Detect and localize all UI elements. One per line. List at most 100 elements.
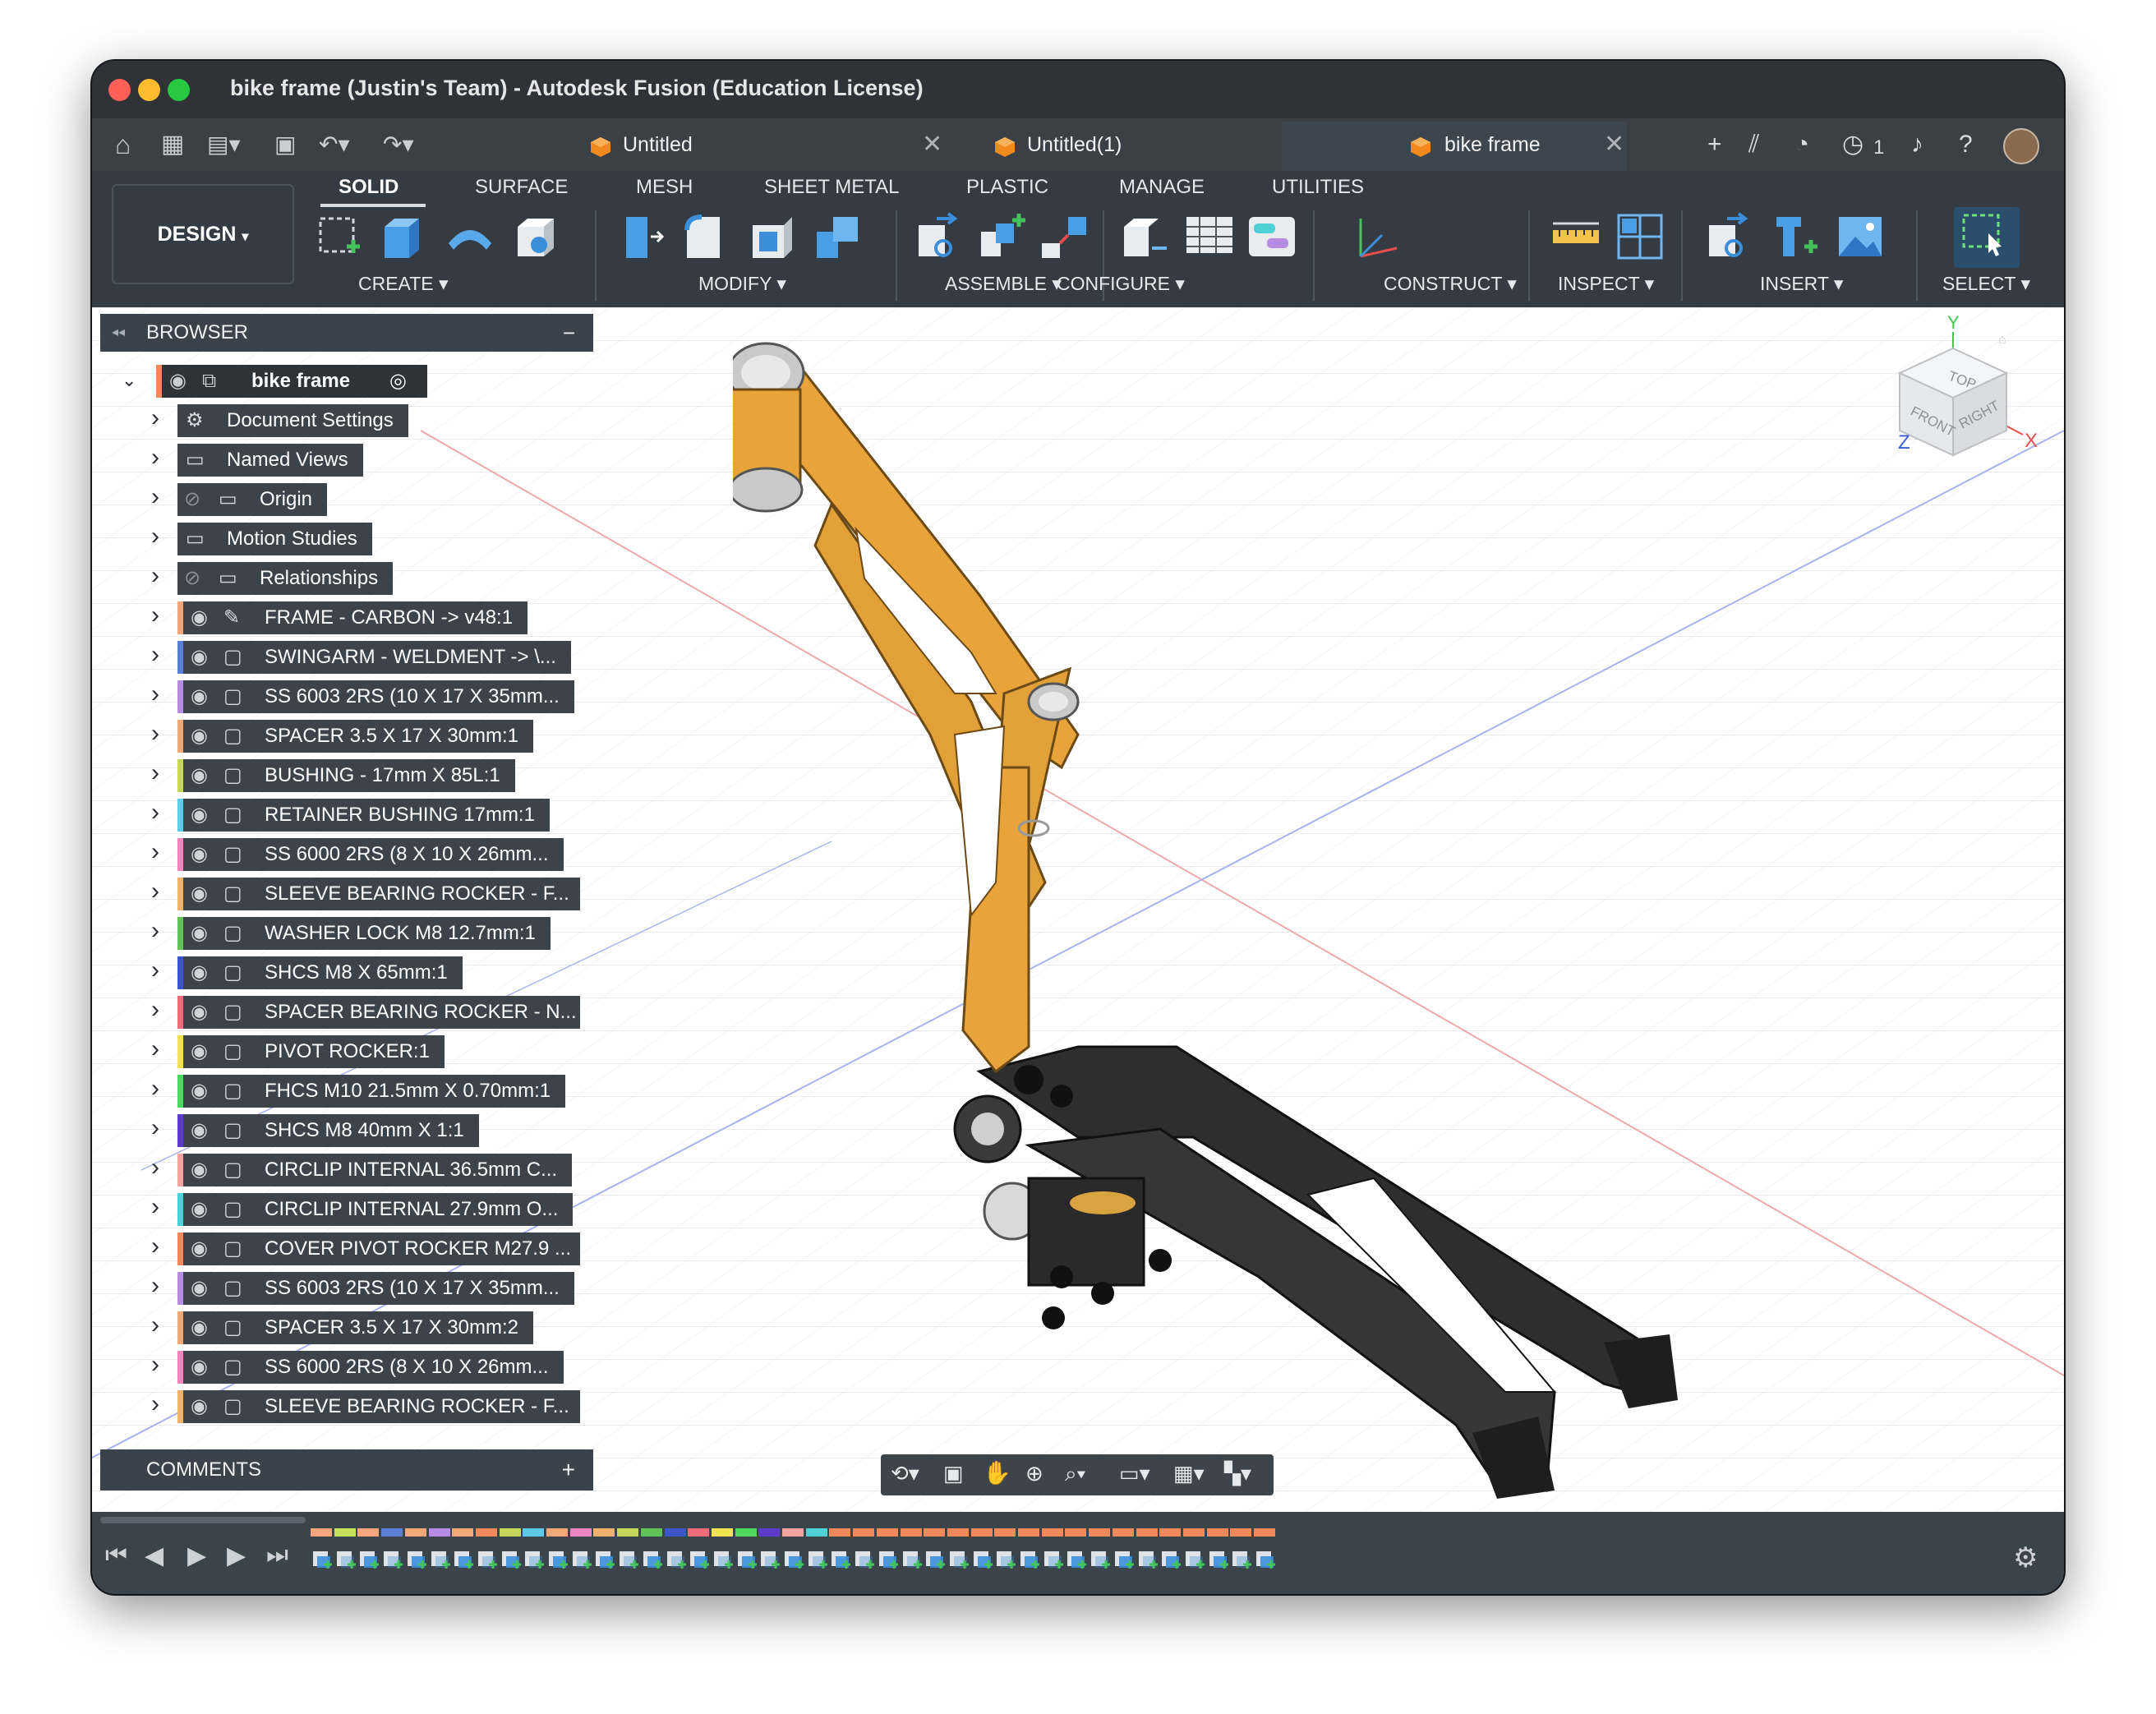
browser-item-pill[interactable]: ⊘ ▭ Relationships — [177, 562, 393, 595]
chevron-right-icon[interactable]: › — [151, 1075, 159, 1103]
browser-item[interactable]: › ◉ ▢ SS 6000 2RS (8 X 10 X 26mm... — [151, 838, 578, 871]
browser-item-pill[interactable]: ◉ ▢ PIVOT ROCKER:1 — [177, 1035, 445, 1068]
collapse-panel-icon[interactable]: ◂◂ — [112, 314, 125, 352]
browser-item-pill[interactable]: ◉ ▢ CIRCLIP INTERNAL 36.5mm C... — [177, 1154, 572, 1186]
browser-header[interactable]: ◂◂ BROWSER − — [100, 314, 593, 352]
chevron-right-icon[interactable]: › — [151, 562, 159, 590]
tab-sheet-metal[interactable]: SHEET METAL — [764, 176, 899, 199]
chevron-right-icon[interactable]: › — [151, 917, 159, 945]
timeline-feature-icon[interactable] — [947, 1546, 972, 1573]
browser-item-pill[interactable]: ⚙ Document Settings — [177, 404, 408, 437]
timeline-feature-icon[interactable] — [1113, 1546, 1137, 1573]
fit-icon[interactable]: ⌕▾ — [1065, 1461, 1085, 1487]
timeline-feature-icon[interactable] — [1230, 1546, 1255, 1573]
eye-hidden-icon[interactable]: ⊘ — [184, 562, 200, 595]
construct-menu[interactable]: CONSTRUCT ▾ — [1384, 273, 1517, 295]
close-tab-icon[interactable]: ✕ — [1604, 130, 1624, 159]
browser-item[interactable]: › ◉ ▢ SS 6003 2RS (10 X 17 X 35mm... — [151, 680, 578, 713]
timeline-feature-icon[interactable] — [405, 1546, 430, 1573]
tab-manage[interactable]: MANAGE — [1119, 176, 1205, 199]
canvas-viewport[interactable]: TOP FRONT RIGHT Y X Z ⌂ ◂◂ BROWSER − ⌄ ◉… — [92, 307, 2064, 1512]
timeline-feature-icon[interactable] — [712, 1546, 736, 1573]
eye-icon[interactable]: ◉ — [191, 1351, 208, 1384]
browser-item[interactable]: › ◉ ▢ SPACER BEARING ROCKER - N... — [151, 996, 580, 1029]
tab-mesh[interactable]: MESH — [636, 176, 693, 199]
browser-item[interactable]: › ◉ ▢ BUSHING - 17mm X 85L:1 — [151, 759, 578, 792]
chevron-right-icon[interactable]: › — [151, 1233, 159, 1260]
browser-item[interactable]: › ⚙ Document Settings — [151, 404, 578, 437]
close-tab-icon[interactable]: ✕ — [922, 130, 942, 159]
measure-icon[interactable] — [1550, 210, 1602, 263]
tab-bike-frame[interactable]: bike frame ✕ — [1282, 122, 1627, 171]
create-sketch-icon[interactable] — [314, 210, 366, 263]
timeline-feature-icon[interactable] — [1018, 1546, 1043, 1573]
timeline-scrollbar[interactable] — [100, 1517, 306, 1523]
browser-item-pill[interactable]: ◉ ✎ FRAME - CARBON -> v48:1 — [177, 601, 527, 634]
minimize-window-button[interactable] — [138, 79, 160, 101]
chevron-right-icon[interactable]: › — [151, 601, 159, 629]
zoom-icon[interactable]: ⊕ — [1025, 1461, 1043, 1486]
timeline-feature-icon[interactable] — [1136, 1546, 1161, 1573]
bike-frame-model[interactable] — [733, 307, 1883, 1512]
browser-item[interactable]: › ◉ ▢ CIRCLIP INTERNAL 27.9mm O... — [151, 1193, 578, 1226]
timeline-feature-icon[interactable] — [853, 1546, 878, 1573]
notifications-bell-icon[interactable]: ♪ — [1911, 130, 1923, 159]
browser-item[interactable]: › ◉ ▢ SS 6003 2RS (10 X 17 X 35mm... — [151, 1272, 578, 1305]
eye-icon[interactable]: ◉ — [191, 838, 208, 871]
timeline-feature-icon[interactable] — [641, 1546, 666, 1573]
chevron-right-icon[interactable]: › — [151, 878, 159, 905]
combine-icon[interactable] — [812, 210, 864, 263]
eye-icon[interactable]: ◉ — [191, 1233, 208, 1265]
eye-icon[interactable]: ◉ — [191, 1075, 208, 1108]
timeline-feature-icon[interactable] — [546, 1546, 571, 1573]
browser-item[interactable]: › ◉ ▢ WASHER LOCK M8 12.7mm:1 — [151, 917, 578, 950]
browser-item[interactable]: › ◉ ▢ SHCS M8 X 65mm:1 — [151, 956, 578, 989]
modify-menu[interactable]: MODIFY ▾ — [698, 273, 786, 295]
chevron-down-icon[interactable]: ⌄ — [122, 370, 136, 391]
eye-icon[interactable]: ◉ — [191, 601, 208, 634]
select-cursor-icon[interactable] — [1959, 210, 2011, 263]
inspect-menu[interactable]: INSPECT ▾ — [1558, 273, 1654, 295]
go-to-end-icon[interactable]: ⏭ — [266, 1541, 288, 1569]
chevron-right-icon[interactable]: › — [151, 996, 159, 1024]
activate-radio-icon[interactable]: ◎ — [389, 365, 407, 398]
browser-item-pill[interactable]: ◉ ▢ SS 6000 2RS (8 X 10 X 26mm... — [177, 1351, 564, 1384]
timeline-feature-icon[interactable] — [1042, 1546, 1066, 1573]
home-icon[interactable]: ⌂ — [115, 128, 131, 161]
eye-icon[interactable]: ◉ — [169, 365, 187, 398]
browser-item[interactable]: › ◉ ▢ SLEEVE BEARING ROCKER - F... — [151, 1390, 580, 1423]
extrude-icon[interactable] — [376, 210, 429, 263]
browser-item[interactable]: › ◉ ▢ SHCS M8 40mm X 1:1 — [151, 1114, 578, 1147]
timeline-feature-icon[interactable] — [994, 1546, 1019, 1573]
browser-item-pill[interactable]: ▭ Named Views — [177, 444, 363, 477]
browser-item-pill[interactable]: ◉ ▢ CIRCLIP INTERNAL 27.9mm O... — [177, 1193, 573, 1226]
eye-icon[interactable]: ◉ — [191, 1035, 208, 1068]
browser-item-pill[interactable]: ◉ ▢ WASHER LOCK M8 12.7mm:1 — [177, 917, 551, 950]
timeline-feature-icon[interactable] — [901, 1546, 925, 1573]
eye-icon[interactable]: ◉ — [191, 1193, 208, 1226]
eye-icon[interactable]: ◉ — [191, 680, 208, 713]
avatar[interactable] — [2003, 128, 2039, 164]
chevron-right-icon[interactable]: › — [151, 1272, 159, 1300]
section-analysis-icon[interactable] — [1614, 210, 1666, 263]
eye-icon[interactable]: ◉ — [191, 1311, 208, 1344]
browser-item-pill[interactable]: ◉ ▢ FHCS M10 21.5mm X 0.70mm:1 — [177, 1075, 565, 1108]
browser-item[interactable]: › ◉ ▢ FHCS M10 21.5mm X 0.70mm:1 — [151, 1075, 578, 1108]
timeline-feature-icon[interactable] — [357, 1546, 382, 1573]
timeline-feature-icon[interactable] — [476, 1546, 500, 1573]
close-window-button[interactable] — [108, 79, 131, 101]
zoom-window-button[interactable] — [168, 79, 190, 101]
help-icon[interactable]: ? — [1959, 130, 1973, 159]
redo-icon[interactable]: ↷▾ — [383, 128, 414, 161]
tab-plastic[interactable]: PLASTIC — [966, 176, 1048, 199]
chevron-right-icon[interactable]: › — [151, 641, 159, 669]
timeline-feature-icon[interactable] — [593, 1546, 618, 1573]
browser-item[interactable]: › ◉ ✎ FRAME - CARBON -> v48:1 — [151, 601, 578, 634]
shell-icon[interactable] — [746, 210, 799, 263]
browser-item-pill[interactable]: ◉ ▢ SPACER 3.5 X 17 X 30mm:2 — [177, 1311, 533, 1344]
revolve-icon[interactable] — [444, 210, 496, 263]
browser-item[interactable]: › ◉ ▢ CIRCLIP INTERNAL 36.5mm C... — [151, 1154, 578, 1186]
timeline-feature-icon[interactable] — [758, 1546, 783, 1573]
configuration-table-icon[interactable] — [1183, 210, 1236, 263]
assemble-menu[interactable]: ASSEMBLE ▾ — [945, 273, 1062, 295]
